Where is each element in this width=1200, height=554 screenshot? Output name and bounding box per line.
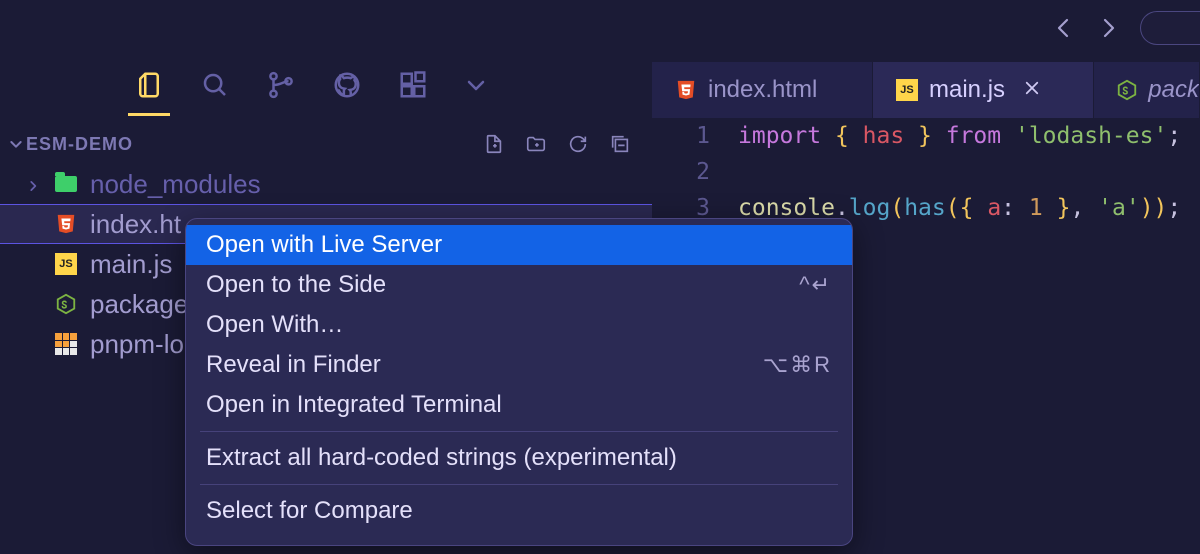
chevron-right-icon xyxy=(26,169,42,200)
tab-index-html[interactable]: index.html xyxy=(652,62,872,118)
context-menu-item-label: Extract all hard-coded strings (experime… xyxy=(206,444,677,472)
context-menu-item-shortcut: ⌥⌘R xyxy=(763,352,832,378)
code-line[interactable]: import { has } from 'lodash-es'; xyxy=(738,118,1181,154)
context-menu-item-label: Open in Integrated Terminal xyxy=(206,391,502,419)
context-menu-item[interactable]: Extract all hard-coded strings (experime… xyxy=(186,438,852,478)
extensions-activity-icon[interactable] xyxy=(396,68,430,102)
command-center-search[interactable] xyxy=(1140,11,1200,45)
tree-item-label: node_modules xyxy=(90,169,261,200)
context-menu-separator xyxy=(200,431,838,432)
context-menu-item-label: Open to the Side xyxy=(206,271,386,299)
tab-label: pack xyxy=(1148,76,1199,104)
tab-label: index.html xyxy=(708,76,817,104)
pnpm-icon xyxy=(54,332,78,356)
context-menu-item[interactable]: Open to the Side ^↵ xyxy=(186,265,852,305)
folder-icon xyxy=(54,172,78,196)
context-menu-item-label: Open with Live Server xyxy=(206,231,442,259)
js-icon: JS xyxy=(895,78,919,102)
explorer-activity-icon[interactable] xyxy=(132,68,166,102)
context-menu-item[interactable]: Open in Integrated Terminal xyxy=(186,385,852,425)
new-folder-button[interactable] xyxy=(524,132,548,156)
tab-main-js[interactable]: JS main.js xyxy=(873,62,1093,118)
nav-forward-button[interactable] xyxy=(1096,16,1120,40)
tree-item-label: index.ht xyxy=(90,209,181,240)
close-icon[interactable] xyxy=(1023,76,1041,104)
node-icon xyxy=(54,292,78,316)
collapse-all-button[interactable] xyxy=(608,132,632,156)
html5-icon xyxy=(54,212,78,236)
js-icon: JS xyxy=(54,252,78,276)
context-menu-item[interactable]: Open with Live Server xyxy=(186,225,852,265)
tree-item-label: main.js xyxy=(90,249,172,280)
html5-icon xyxy=(674,78,698,102)
explorer-title: ESM-DEMO xyxy=(26,134,133,155)
context-menu-item[interactable]: Reveal in Finder ⌥⌘R xyxy=(186,345,852,385)
context-menu-item-label: Reveal in Finder xyxy=(206,351,381,379)
line-number: 2 xyxy=(652,154,710,190)
tab-pack[interactable]: pack xyxy=(1094,62,1199,118)
refresh-button[interactable] xyxy=(566,132,590,156)
line-number: 1 xyxy=(652,118,710,154)
context-menu: Open with Live ServerOpen to the Side^↵O… xyxy=(185,218,853,546)
node-icon xyxy=(1116,78,1138,102)
context-menu-item-label: Open With… xyxy=(206,311,343,339)
context-menu-separator xyxy=(200,484,838,485)
nav-back-button[interactable] xyxy=(1052,16,1076,40)
search-activity-icon[interactable] xyxy=(198,68,232,102)
source-control-activity-icon[interactable] xyxy=(264,68,298,102)
context-menu-item[interactable]: Select for Compare xyxy=(186,491,852,531)
context-menu-item[interactable]: Open With… xyxy=(186,305,852,345)
new-file-button[interactable] xyxy=(482,132,506,156)
activity-overflow-chevron-icon[interactable] xyxy=(462,71,490,99)
tree-item-label: pnpm-lo xyxy=(90,329,184,360)
context-menu-item-label: Select for Compare xyxy=(206,497,413,525)
code-line[interactable] xyxy=(738,154,1181,190)
tree-item-node_modules[interactable]: node_modules xyxy=(0,164,652,204)
explorer-section-chevron-icon[interactable] xyxy=(6,136,26,152)
tab-label: main.js xyxy=(929,76,1005,104)
context-menu-item-shortcut: ^↵ xyxy=(799,272,832,298)
tree-item-label: package xyxy=(90,289,188,320)
github-activity-icon[interactable] xyxy=(330,68,364,102)
